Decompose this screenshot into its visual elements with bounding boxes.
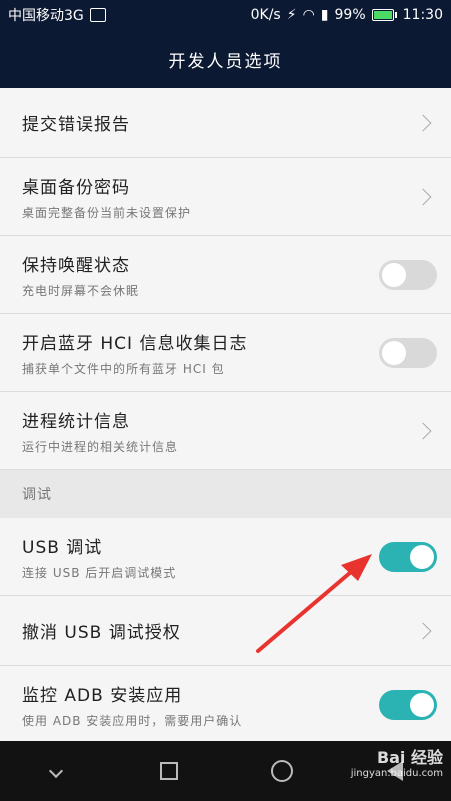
row-title: 进程统计信息 [22, 411, 130, 432]
clock: 11:30 [402, 7, 443, 23]
monitor-adb-install-toggle[interactable] [379, 689, 437, 720]
watermark-url: jingyan.baidu.com [350, 768, 443, 779]
watermark-brand: Bai 经验 [376, 748, 443, 767]
usb-debugging-toggle[interactable] [379, 541, 437, 572]
home-button[interactable] [252, 751, 312, 791]
row-title: USB 调试 [22, 537, 103, 558]
signal-icon: ▮ [320, 7, 329, 23]
circle-icon [270, 760, 293, 782]
image-notification-icon [89, 8, 106, 22]
vibrate-icon: ⚡ [286, 7, 297, 23]
row-title: 提交错误报告 [22, 115, 130, 135]
battery-icon [371, 9, 397, 21]
row-subtitle: 桌面完整备份当前未设置保护 [22, 205, 192, 220]
watermark: Bai 经验 jingyan.baidu.com [351, 744, 443, 779]
status-bar: 中国移动3G 0K/s ⚡ ◠ ▮ 99% 11:30 [0, 0, 451, 30]
network-speed: 0K/s [250, 7, 281, 23]
chevron-right-icon [414, 114, 432, 131]
row-revoke-usb-auth[interactable]: 撤消 USB 调试授权 [0, 596, 451, 666]
bluetooth-hci-log-toggle[interactable] [379, 337, 437, 368]
row-subtitle: 连接 USB 后开启调试模式 [22, 565, 177, 580]
chevron-down-icon [49, 763, 64, 779]
row-usb-debugging: USB 调试 连接 USB 后开启调试模式 [0, 518, 451, 596]
page-title: 开发人员选项 [0, 30, 451, 88]
section-header-debug: 调试 [0, 470, 451, 518]
stay-awake-toggle[interactable] [379, 259, 437, 290]
chevron-right-icon [414, 422, 432, 439]
row-subtitle: 运行中进程的相关统计信息 [22, 439, 179, 454]
row-bluetooth-hci-log: 开启蓝牙 HCI 信息收集日志 捕获单个文件中的所有蓝牙 HCI 包 [0, 314, 451, 392]
chevron-right-icon [414, 622, 432, 639]
settings-list: 提交错误报告 桌面备份密码 桌面完整备份当前未设置保护 保持唤醒状态 充电时屏幕… [0, 88, 451, 744]
row-title: 撤消 USB 调试授权 [22, 623, 181, 643]
row-desktop-backup-password[interactable]: 桌面备份密码 桌面完整备份当前未设置保护 [0, 158, 451, 236]
row-subtitle: 捕获单个文件中的所有蓝牙 HCI 包 [22, 361, 225, 376]
row-subtitle: 充电时屏幕不会休眠 [22, 283, 140, 298]
row-subtitle: 使用 ADB 安装应用时，需要用户确认 [22, 713, 243, 728]
row-title: 保持唤醒状态 [22, 255, 130, 276]
square-icon [160, 762, 179, 780]
row-title: 桌面备份密码 [22, 177, 130, 198]
row-submit-bug-report[interactable]: 提交错误报告 [0, 88, 451, 158]
row-process-stats[interactable]: 进程统计信息 运行中进程的相关统计信息 [0, 392, 451, 470]
recents-button[interactable] [139, 751, 199, 791]
row-title: 监控 ADB 安装应用 [22, 685, 183, 706]
row-title: 开启蓝牙 HCI 信息收集日志 [22, 333, 248, 354]
battery-percent: 99% [334, 7, 366, 23]
chevron-right-icon [414, 188, 432, 205]
wifi-icon: ◠ [302, 7, 315, 23]
hide-nav-button[interactable] [26, 751, 86, 791]
row-stay-awake: 保持唤醒状态 充电时屏幕不会休眠 [0, 236, 451, 314]
row-monitor-adb-install: 监控 ADB 安装应用 使用 ADB 安装应用时，需要用户确认 [0, 666, 451, 744]
carrier-label: 中国移动3G [8, 8, 84, 24]
